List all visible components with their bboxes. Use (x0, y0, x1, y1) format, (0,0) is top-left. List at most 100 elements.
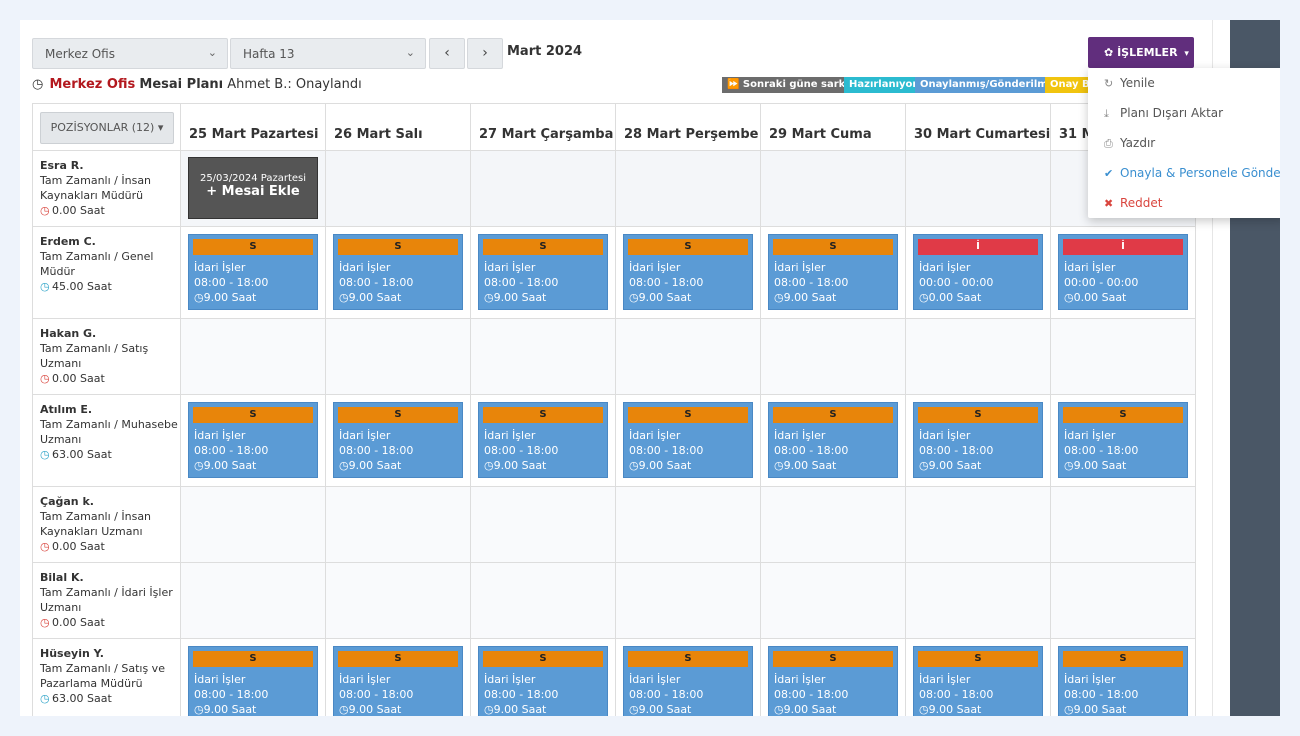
week-select[interactable]: Hafta 13 ⌄ (230, 38, 426, 69)
shift-card[interactable]: S İdari İşler 08:00 - 18:00 ◷9.00 Saat (188, 646, 318, 716)
employee-name: Çağan k. (40, 495, 94, 508)
day-cell[interactable] (326, 151, 471, 227)
day-cell[interactable] (1051, 319, 1196, 395)
day-cell[interactable]: S İdari İşler 08:00 - 18:00 ◷9.00 Saat (326, 395, 471, 487)
shift-department: İdari İşler (484, 673, 536, 686)
day-cell[interactable] (326, 563, 471, 639)
day-cell[interactable] (616, 151, 761, 227)
day-cell[interactable]: S İdari İşler 08:00 - 18:00 ◷9.00 Saat (1051, 395, 1196, 487)
menu-item-plan-d-ar-aktar[interactable]: ⤓ Planı Dışarı Aktar (1104, 106, 1223, 121)
positions-button[interactable]: POZİSYONLAR (12) ▾ (40, 112, 174, 144)
shift-card[interactable]: S İdari İşler 08:00 - 18:00 ◷9.00 Saat (623, 402, 753, 478)
shift-type-tag: S (628, 407, 748, 423)
shift-card[interactable]: S İdari İşler 08:00 - 18:00 ◷9.00 Saat (913, 646, 1043, 716)
shift-department: İdari İşler (629, 429, 681, 442)
employee-role: Tam Zamanlı / Genel Müdür (40, 250, 154, 278)
menu-item-yenile[interactable]: ↻ Yenile (1104, 76, 1155, 90)
shift-department: İdari İşler (919, 261, 971, 274)
day-cell[interactable]: S İdari İşler 08:00 - 18:00 ◷9.00 Saat (616, 395, 761, 487)
menu-item-reddet[interactable]: ✖ Reddet (1104, 196, 1163, 210)
day-cell[interactable] (181, 319, 326, 395)
day-cell[interactable]: S İdari İşler 08:00 - 18:00 ◷9.00 Saat (181, 227, 326, 319)
day-cell[interactable] (181, 487, 326, 563)
prev-week-button[interactable]: ‹ (429, 38, 465, 69)
shift-card[interactable]: S İdari İşler 08:00 - 18:00 ◷9.00 Saat (333, 646, 463, 716)
day-cell[interactable]: S İdari İşler 08:00 - 18:00 ◷9.00 Saat (471, 639, 616, 716)
day-cell[interactable] (906, 319, 1051, 395)
day-cell[interactable]: S İdari İşler 08:00 - 18:00 ◷9.00 Saat (181, 395, 326, 487)
day-cell[interactable] (471, 319, 616, 395)
day-cell[interactable]: S İdari İşler 08:00 - 18:00 ◷9.00 Saat (761, 639, 906, 716)
day-cell[interactable] (1051, 487, 1196, 563)
day-cell[interactable]: S İdari İşler 08:00 - 18:00 ◷9.00 Saat (906, 395, 1051, 487)
day-cell[interactable]: S İdari İşler 08:00 - 18:00 ◷9.00 Saat (471, 395, 616, 487)
day-cell[interactable] (616, 487, 761, 563)
day-cell[interactable]: S İdari İşler 08:00 - 18:00 ◷9.00 Saat (181, 639, 326, 716)
shift-card[interactable]: S İdari İşler 08:00 - 18:00 ◷9.00 Saat (623, 234, 753, 310)
shift-card[interactable]: S İdari İşler 08:00 - 18:00 ◷9.00 Saat (768, 402, 898, 478)
day-cell[interactable]: S İdari İşler 08:00 - 18:00 ◷9.00 Saat (616, 639, 761, 716)
day-cell[interactable] (761, 487, 906, 563)
shift-card[interactable]: S İdari İşler 08:00 - 18:00 ◷9.00 Saat (333, 402, 463, 478)
menu-item-yazd-r[interactable]: ⎙ Yazdır (1104, 136, 1155, 151)
day-cell[interactable]: S İdari İşler 08:00 - 18:00 ◷9.00 Saat (761, 395, 906, 487)
employee-hours: ◷ 63.00 Saat (40, 691, 180, 706)
day-cell[interactable] (471, 487, 616, 563)
day-cell[interactable]: İ İdari İşler 00:00 - 00:00 ◷0.00 Saat (1051, 227, 1196, 319)
shift-card[interactable]: S İdari İşler 08:00 - 18:00 ◷9.00 Saat (188, 234, 318, 310)
shift-time: 08:00 - 18:00 (339, 444, 414, 457)
day-cell[interactable]: S İdari İşler 08:00 - 18:00 ◷9.00 Saat (761, 227, 906, 319)
shift-duration: ◷9.00 Saat (919, 702, 981, 716)
shift-card[interactable]: S İdari İşler 08:00 - 18:00 ◷9.00 Saat (478, 646, 608, 716)
day-header: 26 Mart Salı (326, 104, 471, 151)
day-cell[interactable]: S İdari İşler 08:00 - 18:00 ◷9.00 Saat (471, 227, 616, 319)
day-cell[interactable] (761, 563, 906, 639)
day-cell[interactable] (471, 563, 616, 639)
next-week-button[interactable]: › (467, 38, 503, 69)
day-cell[interactable]: S İdari İşler 08:00 - 18:00 ◷9.00 Saat (326, 227, 471, 319)
day-cell[interactable] (326, 487, 471, 563)
day-cell[interactable]: İ İdari İşler 00:00 - 00:00 ◷0.00 Saat (906, 227, 1051, 319)
day-cell[interactable] (181, 563, 326, 639)
day-cell[interactable] (761, 319, 906, 395)
shift-card[interactable]: S İdari İşler 08:00 - 18:00 ◷9.00 Saat (333, 234, 463, 310)
actions-button[interactable]: ✿ İŞLEMLER ▾ (1088, 37, 1194, 68)
clock-icon: ◷ (774, 291, 784, 304)
shift-card[interactable]: İ İdari İşler 00:00 - 00:00 ◷0.00 Saat (913, 234, 1043, 310)
day-cell[interactable] (1051, 563, 1196, 639)
day-cell[interactable] (906, 151, 1051, 227)
location-select[interactable]: Merkez Ofis ⌄ (32, 38, 228, 69)
shift-duration: ◷9.00 Saat (919, 458, 981, 473)
shift-card[interactable]: S İdari İşler 08:00 - 18:00 ◷9.00 Saat (913, 402, 1043, 478)
menu-item-onayla-personele-g-nder[interactable]: ✔ Onayla & Personele Gönder (1104, 166, 1280, 180)
shift-duration-value: 9.00 Saat (1073, 459, 1127, 472)
shift-type-tag: S (773, 239, 893, 255)
day-cell[interactable]: 25/03/2024 Pazartesi + Mesai Ekle (181, 151, 326, 227)
day-cell[interactable]: S İdari İşler 08:00 - 18:00 ◷9.00 Saat (326, 639, 471, 716)
day-cell[interactable] (616, 563, 761, 639)
shift-duration-value: 9.00 Saat (493, 703, 547, 716)
day-cell[interactable]: S İdari İşler 08:00 - 18:00 ◷9.00 Saat (906, 639, 1051, 716)
shift-type-tag: S (918, 651, 1038, 667)
shift-card[interactable]: S İdari İşler 08:00 - 18:00 ◷9.00 Saat (1058, 402, 1188, 478)
clock-icon: ◷ (194, 459, 204, 472)
shift-card[interactable]: İ İdari İşler 00:00 - 00:00 ◷0.00 Saat (1058, 234, 1188, 310)
day-cell[interactable]: S İdari İşler 08:00 - 18:00 ◷9.00 Saat (616, 227, 761, 319)
day-cell[interactable] (906, 563, 1051, 639)
day-cell[interactable]: S İdari İşler 08:00 - 18:00 ◷9.00 Saat (1051, 639, 1196, 716)
day-cell[interactable] (616, 319, 761, 395)
add-shift-button[interactable]: 25/03/2024 Pazartesi + Mesai Ekle (188, 157, 318, 219)
day-cell[interactable] (471, 151, 616, 227)
shift-card[interactable]: S İdari İşler 08:00 - 18:00 ◷9.00 Saat (1058, 646, 1188, 716)
shift-card[interactable]: S İdari İşler 08:00 - 18:00 ◷9.00 Saat (768, 646, 898, 716)
shift-card[interactable]: S İdari İşler 08:00 - 18:00 ◷9.00 Saat (623, 646, 753, 716)
shift-card[interactable]: S İdari İşler 08:00 - 18:00 ◷9.00 Saat (768, 234, 898, 310)
day-cell[interactable] (761, 151, 906, 227)
shift-card[interactable]: S İdari İşler 08:00 - 18:00 ◷9.00 Saat (478, 234, 608, 310)
shift-card[interactable]: S İdari İşler 08:00 - 18:00 ◷9.00 Saat (188, 402, 318, 478)
shift-card[interactable]: S İdari İşler 08:00 - 18:00 ◷9.00 Saat (478, 402, 608, 478)
shift-type-tag: S (338, 651, 458, 667)
employee-role: Tam Zamanlı / Satış Uzmanı (40, 342, 149, 370)
day-cell[interactable] (906, 487, 1051, 563)
day-cell[interactable] (326, 319, 471, 395)
